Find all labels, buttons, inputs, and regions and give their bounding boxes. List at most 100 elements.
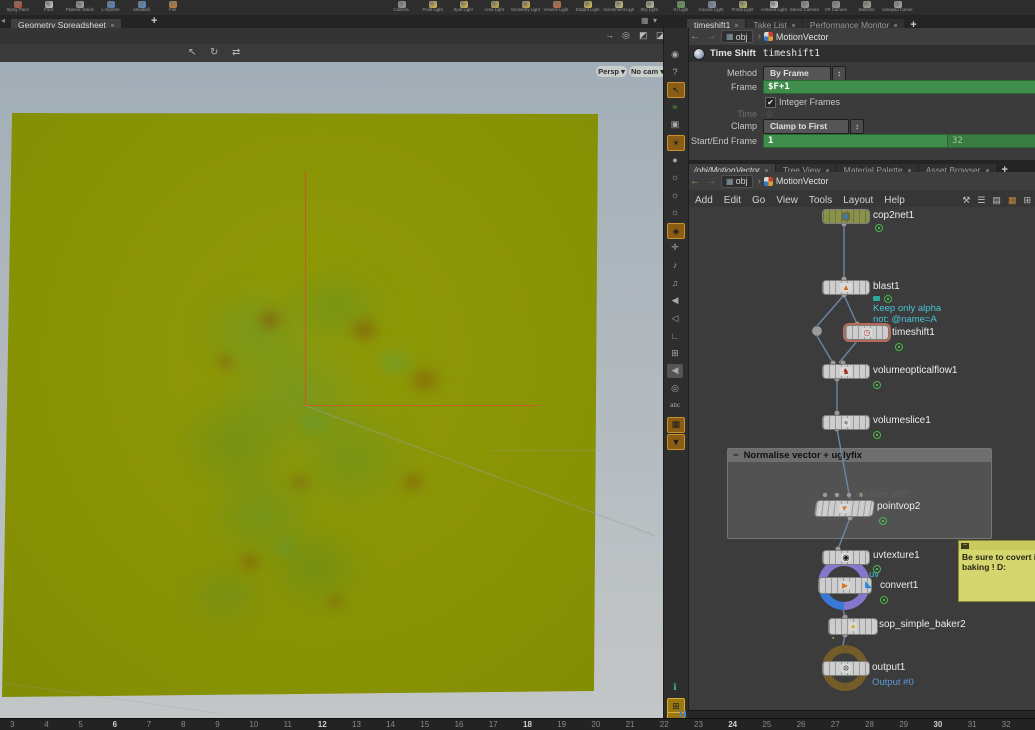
frame-24[interactable]: 24 [728,720,737,729]
sticky-minimize-icon[interactable]: − [961,543,969,549]
frame-3[interactable]: 3 [10,720,14,729]
camera-icon[interactable]: ◈ [667,223,685,239]
shelf-tool-volume-light[interactable]: Volume Light [541,0,572,15]
shelf-tool-metaball[interactable]: Metaball [126,0,157,15]
list-view-icon[interactable]: ▤ [992,195,1001,205]
network-editor[interactable]: − Normalise vector + uglyfix [687,207,1035,710]
breadcrumb-obj[interactable]: ▦obj [721,30,753,43]
node-label-output1[interactable]: output1 [872,662,905,673]
shelf-tool-platonic-solids[interactable]: Platonic Solids [64,0,95,15]
convert-flag-badge[interactable] [880,596,888,604]
start-frame-field[interactable]: 1 [763,134,948,148]
shelf-tool-font[interactable]: Font [33,0,64,15]
keyframe-icon[interactable]: ♪ [667,258,683,272]
menu-add[interactable]: Add [695,195,713,206]
menu-go[interactable]: Go [752,195,765,206]
node-label-pointvop2[interactable]: pointvop2 [877,501,920,512]
frame-18[interactable]: 18 [523,720,532,729]
shelf-tool-camera[interactable]: Camera [386,0,417,15]
node-convert1[interactable]: ▶◣ [818,577,872,594]
frame-27[interactable]: 27 [831,720,840,729]
blast-flag-badge[interactable] [884,295,892,303]
frame-29[interactable]: 29 [899,720,908,729]
tab-scroll-left-icon[interactable]: ◂ [1,16,5,25]
shelf-tool-geometry-light[interactable]: Geometry Light [510,0,541,15]
shelf-tool-spot-light[interactable]: Spot Light [448,0,479,15]
frame-23[interactable]: 23 [694,720,703,729]
select-arrow-icon[interactable]: ↖ [188,47,196,58]
method-dropdown[interactable]: By Frame [763,66,831,81]
frame-15[interactable]: 15 [420,720,429,729]
shelf-tool-switcher[interactable]: Switcher [851,0,882,15]
speaker-icon[interactable]: ◀ [667,293,683,307]
frame-9[interactable]: 9 [215,720,219,729]
net-breadcrumb-obj[interactable]: ▦obj [721,175,753,188]
net-breadcrumb-node[interactable]: MotionVector [764,176,829,186]
shelf-tool-file[interactable]: File [157,0,188,15]
node-volumeslice1[interactable]: ● [822,415,870,430]
perspective-menu[interactable]: Persp ▾ [596,66,627,77]
speaker-active-icon[interactable]: ◀ [667,364,683,378]
playbar-marker[interactable] [680,711,682,717]
node-timeshift1-selected[interactable]: ◷ [845,325,889,340]
node-label-volumeopticalflow1[interactable]: volumeopticalflow1 [873,365,958,376]
integer-frames-checkbox[interactable]: ✔ [765,97,776,108]
pin-icon[interactable]: → [605,30,614,40]
node-sop-simple-baker2[interactable]: ● [828,618,878,635]
node-output1[interactable]: ❊ [822,661,870,676]
abc-icon[interactable]: abc [667,399,683,413]
select-mode-icon[interactable]: ↖ [667,82,685,98]
lock-icon[interactable]: ▣ [667,117,683,131]
handles-icon[interactable]: ↻ [210,47,218,58]
shelf-tool-environment-light[interactable]: Environment Light [603,0,634,15]
frame-28[interactable]: 28 [865,720,874,729]
node-label-volumeslice1[interactable]: volumeslice1 [873,415,931,426]
shelf-tool-sky-light[interactable]: Sky Light [634,0,665,15]
camera-menu[interactable]: No cam ▾ [629,66,663,77]
target-icon[interactable]: ◎ [622,30,630,41]
frame-11[interactable]: 11 [284,720,292,729]
blast-comment-badge[interactable] [873,296,880,301]
shelf-tool-portal-light[interactable]: Portal Light [727,0,758,15]
node-label-uvtexture1[interactable]: uvtexture1 [873,550,920,561]
snap-point-icon[interactable]: ▼ [667,434,685,450]
frame-14[interactable]: 14 [386,720,395,729]
frame-30[interactable]: 30 [933,720,942,729]
corner-ruler-icon[interactable]: ∟ [667,329,683,343]
back-arrow-icon[interactable]: ← [690,31,700,42]
pane-split-icon[interactable]: ▾ [653,16,657,25]
node-pointvop2[interactable]: ▼ [814,500,875,517]
customize-wrench-icon[interactable]: ⚒ [962,195,970,205]
tab-menu-dot[interactable] [735,24,738,27]
frame-17[interactable]: 17 [489,720,498,729]
breadcrumb-node[interactable]: MotionVector [764,32,829,42]
scene-viewport[interactable]: Persp ▾ No cam ▾ [0,62,663,718]
frame-31[interactable]: 31 [968,720,977,729]
net-back-arrow-icon[interactable]: ← [690,176,700,187]
shelf-tool-point-light[interactable]: Point Light [417,0,448,15]
color-palette-grid-icon[interactable]: ▦ [1008,195,1017,205]
tab-menu-dot[interactable] [111,24,114,27]
frame-field[interactable]: $F+1 [763,80,1035,94]
end-frame-field[interactable]: 32 [947,134,1035,148]
menu-help[interactable]: Help [884,195,905,206]
shelf-tool-distant-light[interactable]: Distant Light [572,0,603,15]
light-bulb-icon[interactable]: ☀ [667,135,685,151]
node-label-blast1[interactable]: blast1 [873,281,900,292]
frame-25[interactable]: 25 [762,720,771,729]
frame-8[interactable]: 8 [181,720,185,729]
info-icon[interactable]: ℹ [667,680,683,694]
shelf-tool-caustic-light[interactable]: Caustic Light [696,0,727,15]
move-icon[interactable]: ⇄ [232,47,240,58]
menu-tools[interactable]: Tools [809,195,832,206]
node-volumeopticalflow1[interactable]: ♞ [822,364,870,379]
node-label-cop2net1[interactable]: cop2net1 [873,210,914,221]
spot-light-icon[interactable]: ☼ [667,188,683,202]
tab-menu-dot[interactable] [894,24,897,27]
frame-4[interactable]: 4 [44,720,48,729]
playbar-marker2[interactable] [684,711,686,717]
clamp-dropdown[interactable]: Clamp to First [763,119,849,134]
net-forward-arrow-icon[interactable]: → [706,176,716,187]
node-uvtexture1[interactable]: ◉ [822,550,870,565]
pane-menu-icon[interactable]: ▦ [641,16,649,25]
